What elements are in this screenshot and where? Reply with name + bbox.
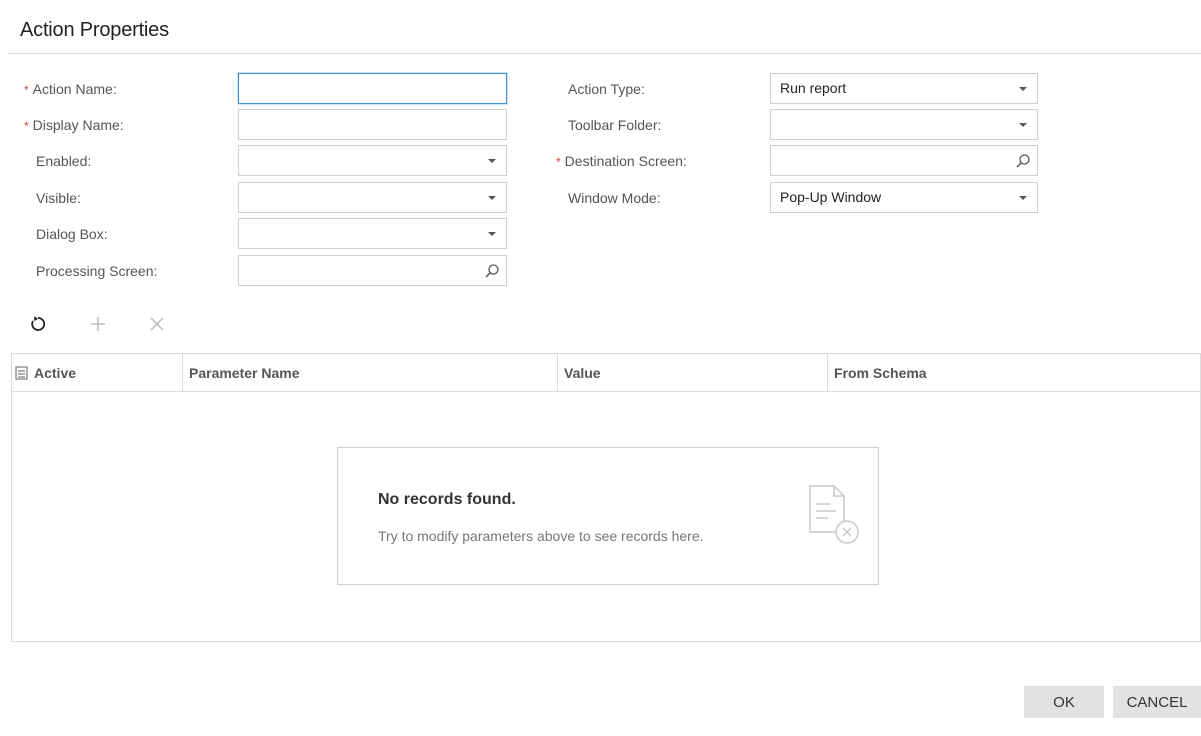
window-mode-label: Window Mode: <box>568 190 661 206</box>
window-mode-select[interactable]: Pop-Up Window <box>770 182 1038 213</box>
destination-screen-label: * Destination Screen: <box>556 153 687 169</box>
cancel-button[interactable]: CANCEL <box>1113 686 1201 718</box>
column-header-from-schema[interactable]: From Schema <box>828 354 1200 392</box>
required-marker: * <box>556 155 561 169</box>
plus-icon[interactable] <box>88 314 108 334</box>
display-name-label: * Display Name: <box>24 117 124 133</box>
search-icon[interactable] <box>484 263 500 279</box>
processing-screen-label: Processing Screen: <box>36 263 158 279</box>
action-type-select[interactable]: Run report <box>770 73 1038 104</box>
column-settings-icon[interactable] <box>15 366 28 380</box>
enabled-select[interactable] <box>238 145 507 176</box>
column-header-value[interactable]: Value <box>558 354 828 392</box>
grid-header: Active Parameter Name Value From Schema <box>12 354 1200 392</box>
empty-state-subtitle: Try to modify parameters above to see re… <box>378 528 704 544</box>
chevron-down-icon[interactable] <box>488 232 496 236</box>
action-name-label: * Action Name: <box>24 81 117 97</box>
column-header-active[interactable]: Active <box>28 354 183 392</box>
close-icon[interactable] <box>147 314 167 334</box>
visible-label: Visible: <box>36 190 81 206</box>
column-header-parameter-name[interactable]: Parameter Name <box>183 354 558 392</box>
dialog-box-label: Dialog Box: <box>36 226 108 242</box>
dialog-box-select[interactable] <box>238 218 507 249</box>
empty-state-title: No records found. <box>378 491 516 508</box>
visible-select[interactable] <box>238 182 507 213</box>
action-properties-dialog: Action Properties * Action Name: * Display… <box>8 0 1201 736</box>
parameters-grid: Active Parameter Name Value From Schema … <box>11 353 1201 642</box>
empty-state: No records found. Try to modify paramete… <box>337 447 879 585</box>
chevron-down-icon[interactable] <box>1019 123 1027 127</box>
chevron-down-icon[interactable] <box>488 196 496 200</box>
refresh-icon[interactable] <box>28 314 48 334</box>
chevron-down-icon[interactable] <box>1019 87 1027 91</box>
destination-screen-input[interactable] <box>770 145 1038 176</box>
no-records-document-icon <box>809 485 859 544</box>
dialog-title-bar: Action Properties <box>8 0 1201 54</box>
dialog-title: Action Properties <box>20 19 169 41</box>
enabled-label: Enabled: <box>36 153 92 169</box>
required-marker: * <box>24 83 29 97</box>
ok-button[interactable]: OK <box>1024 686 1104 718</box>
action-name-input[interactable] <box>238 73 507 104</box>
toolbar-folder-select[interactable] <box>770 109 1038 140</box>
display-name-input[interactable] <box>238 109 507 140</box>
required-marker: * <box>24 119 29 133</box>
chevron-down-icon[interactable] <box>488 159 496 163</box>
search-icon[interactable] <box>1015 153 1031 169</box>
action-type-label: Action Type: <box>568 81 645 97</box>
toolbar-folder-label: Toolbar Folder: <box>568 117 662 133</box>
chevron-down-icon[interactable] <box>1019 196 1027 200</box>
processing-screen-input[interactable] <box>238 255 507 286</box>
